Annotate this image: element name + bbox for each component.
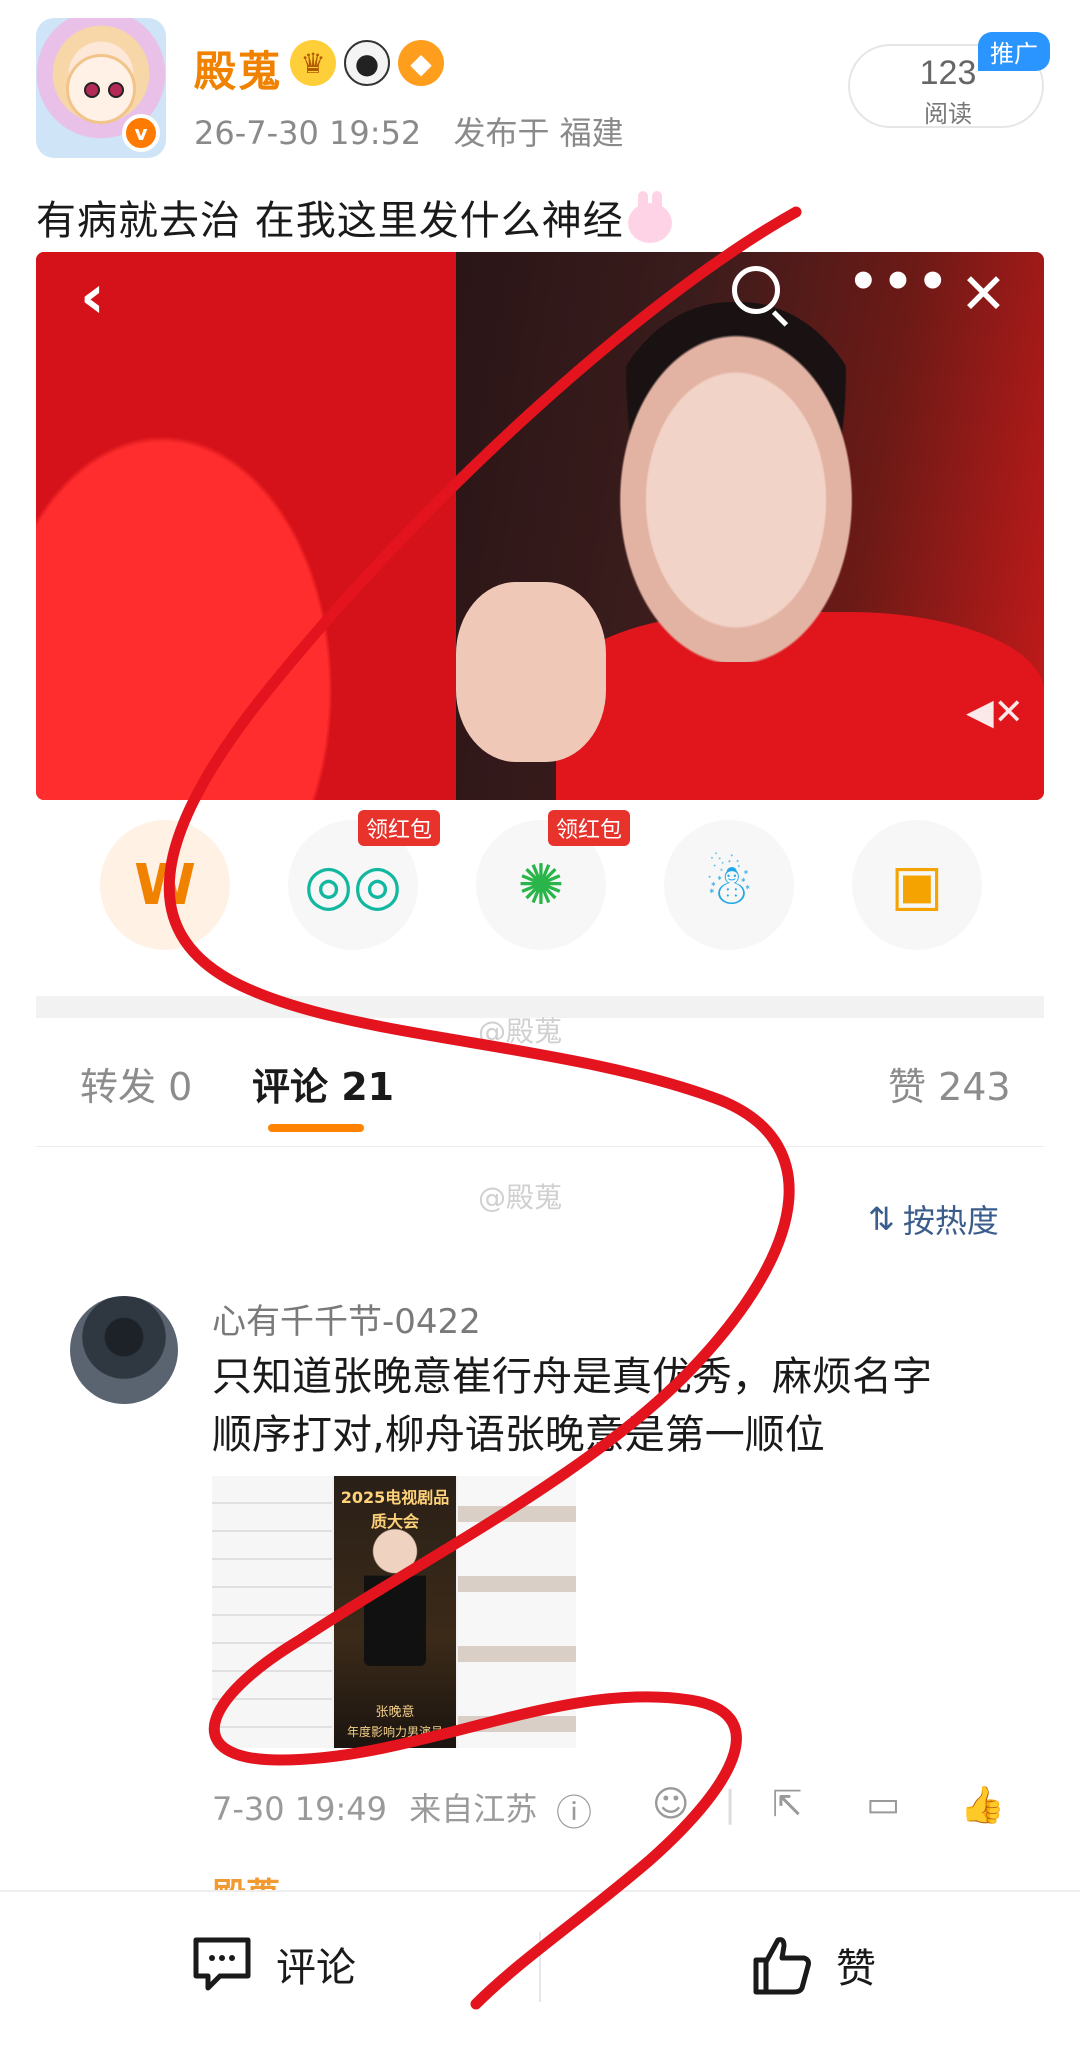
comment-image[interactable]: 2025电视剧品质大会 张晚意 年度影响力男演员 xyxy=(212,1476,576,1748)
commenter-name[interactable]: 心有千千节-0422 xyxy=(212,1294,481,1343)
emoji-icon[interactable]: ☺ xyxy=(652,1784,690,1825)
video-player[interactable]: ‹ ••• ✕ ◀✕ xyxy=(36,252,1044,800)
comment-line: 顺序打对,柳舟语张晚意是第一顺位 xyxy=(212,1412,825,1458)
video-frame-person xyxy=(596,302,876,662)
comment-text: 只知道张晚意崔行舟是真优秀，麻烦名字 顺序打对,柳舟语张晚意是第一顺位 xyxy=(212,1348,1012,1464)
tab-repost[interactable]: 转发 0 xyxy=(80,1056,192,1111)
like-button-label: 赞 xyxy=(836,1946,876,1992)
image-caption: 张晚意 xyxy=(375,1705,415,1720)
avatar-eye xyxy=(108,82,124,98)
comment-button[interactable]: 评论 xyxy=(190,1934,356,1994)
post-meta: 26-7-30 19:52 发布于 福建 xyxy=(194,108,624,154)
red-packet-badge[interactable]: 领红包 xyxy=(358,810,441,846)
tab-comments[interactable]: 评论 21 xyxy=(252,1056,394,1111)
promote-tag[interactable]: 推广 xyxy=(978,32,1050,71)
qq-icon[interactable]: ☃ xyxy=(664,820,794,950)
divider xyxy=(36,1146,1044,1147)
red-packet-badge[interactable]: 领红包 xyxy=(548,810,631,846)
like-button[interactable]: 赞 xyxy=(750,1934,876,1996)
more-icon[interactable]: ••• xyxy=(848,254,952,310)
back-icon[interactable]: ‹ xyxy=(80,262,105,332)
avatar-eye xyxy=(84,82,100,98)
close-icon[interactable]: ✕ xyxy=(960,262,1007,327)
post-location: 发布于 福建 xyxy=(453,114,624,152)
share-comment-icon[interactable]: ⇱ xyxy=(772,1784,802,1825)
comment-icon xyxy=(193,1937,251,1991)
weibo-share-icon[interactable]: W xyxy=(100,820,230,950)
fish-icon: ◆ xyxy=(398,40,444,86)
report-icon[interactable]: ⓘ xyxy=(556,1784,592,1836)
commenter-avatar[interactable] xyxy=(70,1296,178,1404)
image-panel xyxy=(458,1476,576,1748)
comment-location: 来自江苏 xyxy=(409,1790,538,1828)
image-panel xyxy=(212,1476,332,1748)
image-person xyxy=(364,1526,426,1666)
image-caption: 年度影响力男演员 xyxy=(346,1725,443,1739)
watermark: @殿蒐 xyxy=(478,1181,563,1214)
post-text: 有病就去治 在我这里发什么神经 xyxy=(36,188,672,246)
divider: | xyxy=(724,1784,737,1825)
mute-icon[interactable]: ◀✕ xyxy=(966,692,1024,733)
comment-line: 只知道张晚意崔行舟是真优秀，麻烦名字 xyxy=(212,1354,932,1400)
author-avatar[interactable]: v xyxy=(36,18,166,158)
watermark: @殿蒐 xyxy=(478,1015,563,1048)
image-panel: 2025电视剧品质大会 张晚意 年度影响力男演员 xyxy=(334,1476,456,1748)
bunny-emoji xyxy=(627,191,672,243)
comment-time: 7-30 19:49 xyxy=(212,1790,388,1828)
video-frame-hand xyxy=(456,582,606,762)
image-header: 2025电视剧品质大会 xyxy=(340,1488,450,1531)
thumbs-up-icon xyxy=(753,1937,811,1995)
post-body: 有病就去治 在我这里发什么神经 xyxy=(36,198,624,244)
comment-meta: 7-30 19:49 来自江苏 xyxy=(212,1784,537,1830)
sort-label: 按热度 xyxy=(902,1202,999,1240)
save-image-icon[interactable]: ▣ xyxy=(852,820,982,950)
divider xyxy=(539,1932,541,2002)
tab-likes[interactable]: 赞 243 xyxy=(888,1056,1011,1111)
post-time: 26-7-30 19:52 xyxy=(194,114,422,152)
panda-icon: ● xyxy=(344,40,390,86)
search-icon[interactable] xyxy=(732,266,780,314)
comment-button-label: 评论 xyxy=(276,1945,356,1991)
video-frame-shoulder xyxy=(36,252,456,800)
author-badges: ♛ ● ◆ xyxy=(290,40,444,86)
sort-icon: ⇅ xyxy=(868,1200,895,1238)
tab-active-indicator xyxy=(268,1124,364,1132)
crown-icon: ♛ xyxy=(290,40,336,86)
read-label: 阅读 xyxy=(924,100,972,128)
sort-button[interactable]: ⇅ 按热度 xyxy=(868,1196,999,1242)
author-name[interactable]: 殿蒐 xyxy=(194,38,282,99)
avatar-face xyxy=(66,54,136,124)
reply-icon[interactable]: ▭ xyxy=(866,1784,900,1825)
share-row: W ◎◎ 领红包 ✺ 领红包 ☃ ▣ xyxy=(36,810,1044,960)
like-comment-icon[interactable]: 👍 xyxy=(960,1784,1005,1826)
verified-icon: v xyxy=(122,114,160,152)
bottom-action-bar: 评论 赞 xyxy=(0,1890,1080,2053)
